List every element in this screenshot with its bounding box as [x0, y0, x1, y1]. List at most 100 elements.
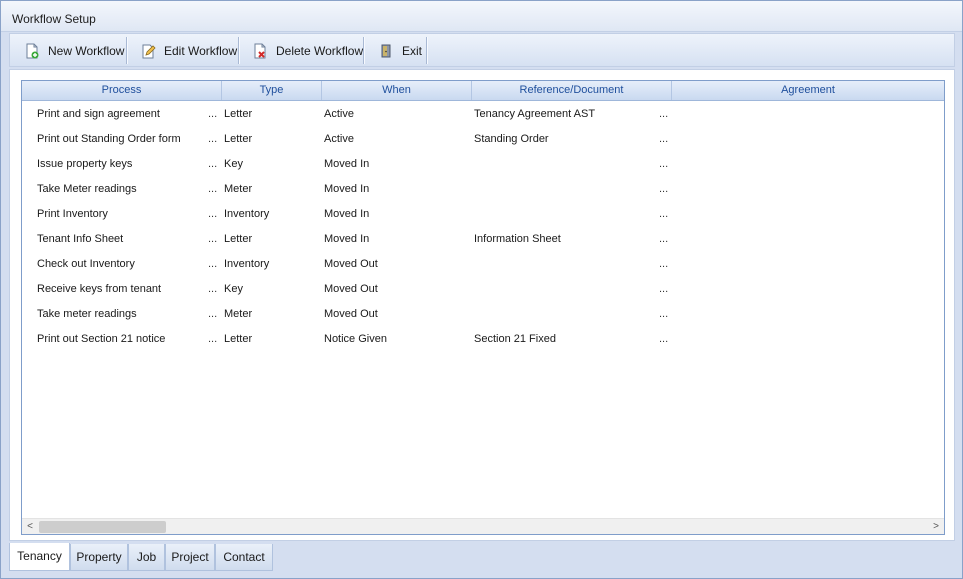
cell-process: Print Inventory	[37, 208, 108, 220]
cell-agreement	[674, 102, 934, 127]
reference-ellipsis-button[interactable]: ...	[659, 327, 668, 352]
column-header-agreement[interactable]: Agreement	[672, 81, 944, 100]
cell-reference: Information Sheet	[474, 233, 561, 245]
tab-contact[interactable]: Contact	[215, 544, 273, 571]
scroll-right-arrow[interactable]: >	[928, 519, 944, 535]
process-ellipsis-button[interactable]: ...	[208, 127, 217, 152]
cell-reference: Section 21 Fixed	[474, 333, 556, 345]
cell-process: Tenant Info Sheet	[37, 233, 124, 245]
toolbar-separator	[363, 37, 365, 64]
cell-agreement	[674, 227, 934, 252]
cell-process: Print out Standing Order form	[37, 133, 181, 145]
reference-ellipsis-button[interactable]: ...	[659, 177, 668, 202]
reference-ellipsis-button[interactable]: ...	[659, 102, 668, 127]
tab-property[interactable]: Property	[70, 544, 128, 571]
cell-agreement	[674, 152, 934, 177]
cell-process: Issue property keys	[37, 158, 133, 170]
cell-process: Receive keys from tenant	[37, 283, 162, 295]
cell-process: Print out Section 21 notice	[37, 333, 166, 345]
table-row[interactable]: Print Inventory Inventory Moved In......	[22, 202, 944, 227]
toolbar-separator	[426, 37, 428, 64]
cell-type: Letter	[224, 108, 253, 120]
reference-ellipsis-button[interactable]: ...	[659, 152, 668, 177]
cell-reference: Standing Order	[474, 133, 549, 145]
tab-job[interactable]: Job	[128, 544, 165, 571]
horizontal-scrollbar[interactable]: < >	[22, 518, 944, 534]
column-header-process[interactable]: Process	[22, 81, 222, 100]
cell-when: Moved In	[324, 158, 370, 170]
table-row[interactable]: Take Meter readings Meter Moved In......	[22, 177, 944, 202]
delete-document-icon	[252, 43, 268, 59]
cell-when: Moved Out	[324, 308, 378, 320]
cell-when: Moved In	[324, 233, 370, 245]
table-row[interactable]: Print and sign agreement Letter Active Tena…	[22, 102, 944, 127]
scrollbar-thumb[interactable]	[39, 521, 166, 533]
reference-ellipsis-button[interactable]: ...	[659, 202, 668, 227]
cell-when: Moved In	[324, 208, 370, 220]
exit-label: Exit	[402, 43, 423, 58]
tab-project[interactable]: Project	[165, 544, 215, 571]
cell-when: Active	[324, 133, 354, 145]
edit-workflow-button[interactable]: Edit Workflow	[136, 37, 241, 64]
table-row[interactable]: Take meter readings Meter Moved Out......	[22, 302, 944, 327]
process-ellipsis-button[interactable]: ...	[208, 102, 217, 127]
table-row[interactable]: Tenant Info Sheet Letter Moved In Informati…	[22, 227, 944, 252]
cell-when: Moved Out	[324, 283, 378, 295]
new-workflow-button[interactable]: New Workflow	[20, 37, 128, 64]
process-ellipsis-button[interactable]: ...	[208, 252, 217, 277]
table-row[interactable]: Receive keys from tenant Key Moved Out....…	[22, 277, 944, 302]
process-ellipsis-button[interactable]: ...	[208, 152, 217, 177]
column-header-reference[interactable]: Reference/Document	[472, 81, 672, 100]
table-row[interactable]: Print out Section 21 notice Letter Notice …	[22, 327, 944, 352]
column-header-when[interactable]: When	[322, 81, 472, 100]
process-ellipsis-button[interactable]: ...	[208, 177, 217, 202]
cell-reference	[474, 277, 654, 302]
toolbar-separator	[238, 37, 240, 64]
exit-button[interactable]: Exit	[374, 37, 426, 64]
cell-agreement	[674, 177, 934, 202]
cell-process: Check out Inventory	[37, 258, 135, 270]
table-row[interactable]: Issue property keys Key Moved In......	[22, 152, 944, 177]
cell-when: Moved Out	[324, 258, 378, 270]
new-workflow-label: New Workflow	[48, 43, 125, 58]
grid-header: Process Type When Reference/Document Agr…	[22, 81, 944, 101]
cell-type: Inventory	[224, 208, 270, 220]
cell-agreement	[674, 327, 934, 352]
cell-type: Key	[224, 283, 243, 295]
cell-process: Take Meter readings	[37, 183, 137, 195]
table-row[interactable]: Print out Standing Order form Letter Activ…	[22, 127, 944, 152]
tab-tenancy[interactable]: Tenancy	[9, 543, 70, 571]
cell-agreement	[674, 277, 934, 302]
reference-ellipsis-button[interactable]: ...	[659, 277, 668, 302]
cell-reference	[474, 252, 654, 277]
process-ellipsis-button[interactable]: ...	[208, 302, 217, 327]
cell-when: Notice Given	[324, 333, 387, 345]
cell-reference	[474, 302, 654, 327]
title-bar: Workflow Setup	[1, 1, 962, 32]
cell-type: Inventory	[224, 258, 270, 270]
cell-when: Active	[324, 108, 354, 120]
delete-workflow-button[interactable]: Delete Workflow	[248, 37, 367, 64]
process-ellipsis-button[interactable]: ...	[208, 202, 217, 227]
reference-ellipsis-button[interactable]: ...	[659, 302, 668, 327]
bottom-tabs: Tenancy Property Job Project Contact	[9, 543, 955, 572]
exit-door-icon	[378, 43, 394, 59]
delete-workflow-label: Delete Workflow	[276, 43, 364, 58]
reference-ellipsis-button[interactable]: ...	[659, 227, 668, 252]
edit-workflow-label: Edit Workflow	[164, 43, 238, 58]
column-header-type[interactable]: Type	[222, 81, 322, 100]
process-ellipsis-button[interactable]: ...	[208, 277, 217, 302]
cell-type: Letter	[224, 133, 253, 145]
content-panel: Process Type When Reference/Document Agr…	[9, 69, 955, 541]
edit-document-icon	[140, 43, 156, 59]
cell-agreement	[674, 202, 934, 227]
cell-type: Meter	[224, 308, 253, 320]
table-row[interactable]: Check out Inventory Inventory Moved Out...…	[22, 252, 944, 277]
cell-agreement	[674, 127, 934, 152]
process-ellipsis-button[interactable]: ...	[208, 227, 217, 252]
reference-ellipsis-button[interactable]: ...	[659, 252, 668, 277]
process-ellipsis-button[interactable]: ...	[208, 327, 217, 352]
cell-type: Letter	[224, 333, 253, 345]
reference-ellipsis-button[interactable]: ...	[659, 127, 668, 152]
scroll-left-arrow[interactable]: <	[22, 519, 38, 535]
